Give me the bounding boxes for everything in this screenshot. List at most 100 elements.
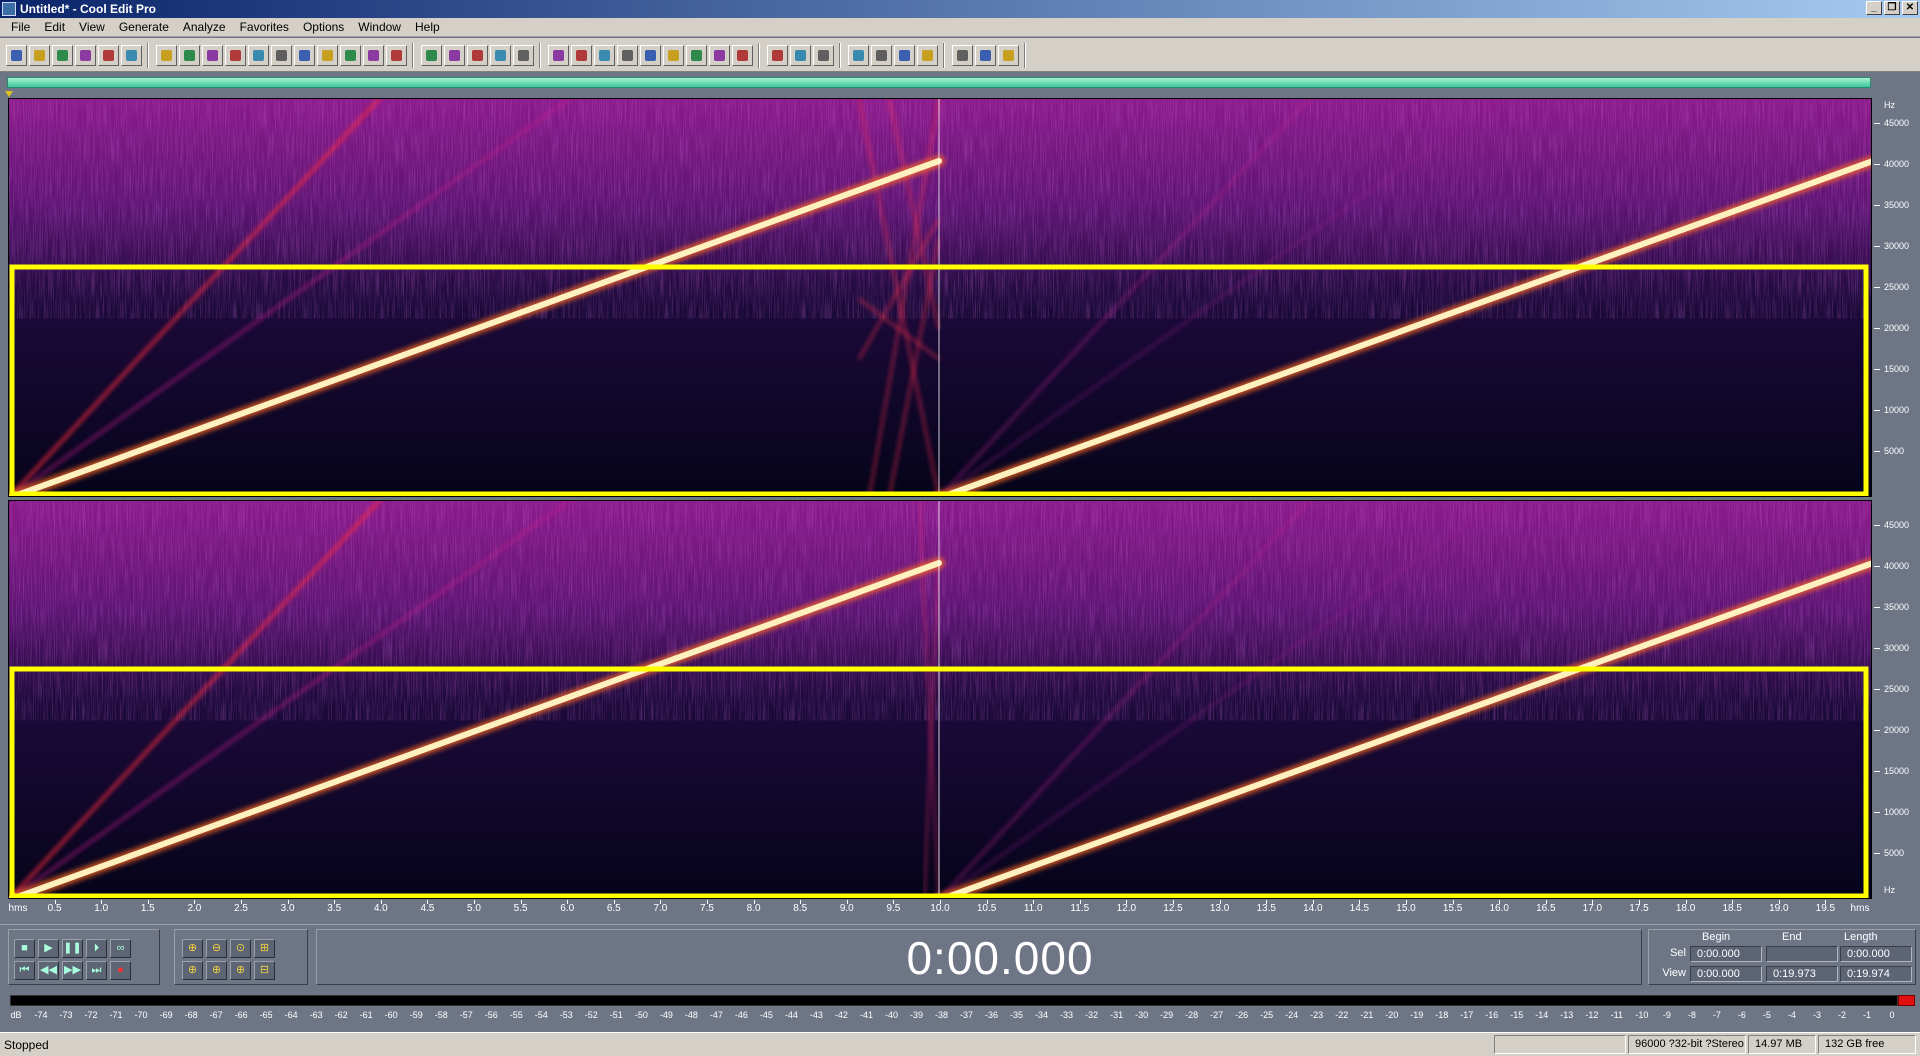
go-to-start-icon[interactable]: ⏮ [14,961,35,980]
eq-icon[interactable] [917,45,938,66]
hz-label: 25000 [1884,282,1910,292]
undo-icon[interactable] [156,45,177,66]
zoom-full-icon[interactable] [548,45,569,66]
pause-icon[interactable]: ❚❚ [62,939,83,958]
help-icon[interactable] [813,45,834,66]
zoom-out-icon[interactable] [594,45,615,66]
loop-icon[interactable] [340,45,361,66]
bars-beats-icon[interactable] [663,45,684,66]
normalize-icon[interactable] [998,45,1019,66]
menu-options[interactable]: Options [296,20,351,34]
zoom-out-vertical-icon[interactable]: ⊟ [254,961,275,980]
view-begin-field[interactable]: 0:00.000 [1690,966,1762,982]
envelope-icon[interactable] [952,45,973,66]
favorites-icon[interactable] [790,45,811,66]
view-length-field[interactable]: 0:19.974 [1840,966,1912,982]
bit-depth-icon[interactable] [686,45,707,66]
trim-icon[interactable] [294,45,315,66]
app-icon[interactable] [2,2,16,16]
meter-label: -69 [159,1010,173,1020]
menu-edit[interactable]: Edit [37,20,72,34]
copy-icon[interactable] [225,45,246,66]
close-file-icon[interactable] [121,45,142,66]
spectral-view-icon[interactable] [444,45,465,66]
menu-favorites[interactable]: Favorites [233,20,296,34]
menu-help[interactable]: Help [408,20,447,34]
tool-glyph [103,50,114,61]
zoom-right-icon[interactable]: ⊕ [230,961,251,980]
sel-end-field[interactable] [1766,946,1838,962]
zoom-full-icon[interactable]: ⊙ [230,939,251,958]
filter-icon[interactable] [894,45,915,66]
meter-label: -1 [1862,1010,1871,1020]
loop-icon[interactable]: ∞ [110,939,131,958]
cut-icon[interactable] [202,45,223,66]
fast-forward-icon[interactable]: ▶▶ [62,961,83,980]
pan-icon[interactable] [732,45,753,66]
spectrogram-channel-right[interactable] [8,500,1872,899]
sel-begin-field[interactable]: 0:00.000 [1690,946,1762,962]
clip-indicator[interactable] [1898,995,1915,1006]
menu-analyze[interactable]: Analyze [176,20,233,34]
hz-tick [1874,369,1880,370]
mix-paste-icon[interactable] [271,45,292,66]
record-icon[interactable] [386,45,407,66]
meter-label: -20 [1385,1010,1399,1020]
spectrogram-canvas[interactable] [9,501,1872,899]
close-icon[interactable]: ✕ [1902,1,1918,15]
meter-label: -30 [1135,1010,1149,1020]
zoom-in-vertical-icon[interactable]: ⊞ [254,939,275,958]
record-icon[interactable]: ● [110,961,131,980]
overview-range-bar[interactable] [7,77,1871,88]
menu-view[interactable]: View [72,20,112,34]
menu-window[interactable]: Window [351,20,408,34]
play-icon[interactable]: ▶ [38,939,59,958]
meter-label: -5 [1762,1010,1771,1020]
playhead-marker-icon[interactable] [5,91,13,97]
paste-icon[interactable] [248,45,269,66]
play-to-end-icon[interactable]: ⏵ [86,939,107,958]
time-ruler[interactable]: hms 0.5 1.0 1.5 2.0 2.5 3.0 3.5 4.0 4.5 5.0 5.5 6.0 6… [8,900,1872,920]
view-end-field[interactable]: 0:19.973 [1766,966,1838,982]
menu-generate[interactable]: Generate [112,20,176,34]
hz-tick [1874,123,1880,124]
snap-icon[interactable] [467,45,488,66]
zoom-in-icon[interactable] [571,45,592,66]
rewind-icon[interactable]: ◀◀ [38,961,59,980]
redo-icon[interactable] [179,45,200,66]
zoom-selection-icon[interactable]: ⊕ [182,961,203,980]
zoom-out-horizontal-icon[interactable]: ⊖ [206,939,227,958]
hz-tick [1874,328,1880,329]
menu-file[interactable]: File [4,20,37,34]
overview-strip[interactable] [0,72,1920,98]
play-icon[interactable] [617,45,638,66]
save-icon[interactable] [75,45,96,66]
save-as-icon[interactable] [98,45,119,66]
cue-icon[interactable] [363,45,384,66]
channels-icon[interactable] [709,45,730,66]
mute-icon[interactable] [317,45,338,66]
minimize-icon[interactable]: _ [1866,1,1882,15]
new-icon[interactable] [29,45,50,66]
go-to-end-icon[interactable]: ⏭ [86,961,107,980]
hz-tick [1874,566,1880,567]
open-icon[interactable] [52,45,73,66]
effects-icon[interactable] [767,45,788,66]
grid-icon[interactable] [490,45,511,66]
spectrogram-canvas[interactable] [9,99,1872,497]
scrub-icon[interactable] [640,45,661,66]
zoom-in-horizontal-icon[interactable]: ⊕ [182,939,203,958]
markers-icon[interactable] [513,45,534,66]
noise-reduction-icon[interactable] [871,45,892,66]
waveform-view-icon[interactable] [421,45,442,66]
sel-length-field[interactable]: 0:00.000 [1840,946,1912,962]
amplify-icon[interactable] [848,45,869,66]
meter-label: -7 [1712,1010,1721,1020]
zoom-left-icon[interactable]: ⊕ [206,961,227,980]
stop-icon[interactable]: ■ [14,939,35,958]
multitrack-toggle-icon[interactable] [6,45,27,66]
stretch-icon[interactable] [975,45,996,66]
view-row-label: View [1662,967,1686,979]
restore-icon[interactable]: ❐ [1884,1,1900,15]
spectrogram-channel-left[interactable] [8,98,1872,497]
